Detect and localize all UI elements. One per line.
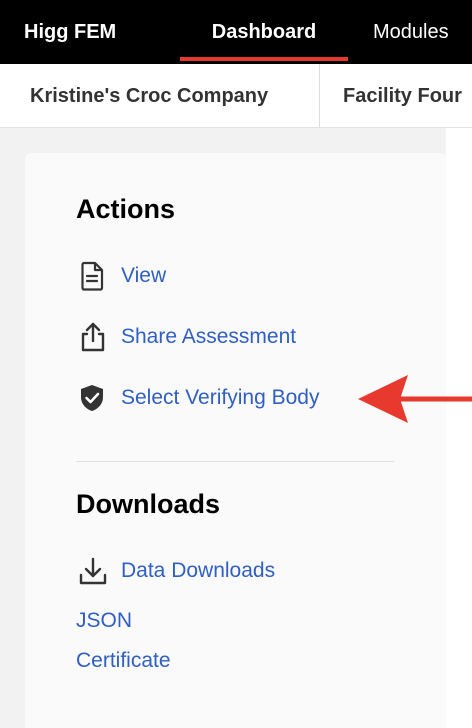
shield-check-icon xyxy=(78,382,110,414)
active-tab-indicator xyxy=(180,57,348,61)
top-nav: Higg FEM Dashboard Modules xyxy=(0,0,472,64)
tab-modules-label: Modules xyxy=(373,21,449,43)
data-downloads-action[interactable]: Data Downloads xyxy=(78,553,275,589)
actions-panel xyxy=(25,153,446,728)
pointer-arrow-icon xyxy=(358,375,472,423)
breadcrumb-facility[interactable]: Facility Four xyxy=(343,64,462,128)
certificate-download-link[interactable]: Certificate xyxy=(76,648,171,674)
breadcrumb-divider xyxy=(319,64,320,128)
download-icon xyxy=(78,555,110,587)
select-verifying-body-action[interactable]: Select Verifying Body xyxy=(78,380,319,416)
brand-logo[interactable]: Higg FEM xyxy=(24,20,116,44)
share-icon xyxy=(78,321,110,353)
json-download-link[interactable]: JSON xyxy=(76,608,132,634)
section-divider xyxy=(76,461,394,462)
view-label: View xyxy=(121,264,167,287)
tab-dashboard[interactable]: Dashboard xyxy=(180,0,348,64)
share-assessment-label: Share Assessment xyxy=(121,325,297,348)
breadcrumb-company[interactable]: Kristine's Croc Company xyxy=(30,64,268,128)
view-action[interactable]: View xyxy=(78,258,166,294)
main-content-edge xyxy=(446,128,472,728)
data-downloads-label: Data Downloads xyxy=(121,559,276,582)
share-assessment-action[interactable]: Share Assessment xyxy=(78,319,296,355)
actions-heading: Actions xyxy=(76,194,176,224)
tab-modules[interactable]: Modules xyxy=(373,0,449,64)
document-icon xyxy=(78,260,110,292)
select-verifying-body-label: Select Verifying Body xyxy=(121,386,320,409)
tab-dashboard-label: Dashboard xyxy=(211,21,317,43)
breadcrumb: Kristine's Croc Company Facility Four xyxy=(0,64,472,128)
page: Higg FEM Dashboard Modules Kristine's Cr… xyxy=(0,0,472,728)
downloads-heading: Downloads xyxy=(76,489,221,519)
